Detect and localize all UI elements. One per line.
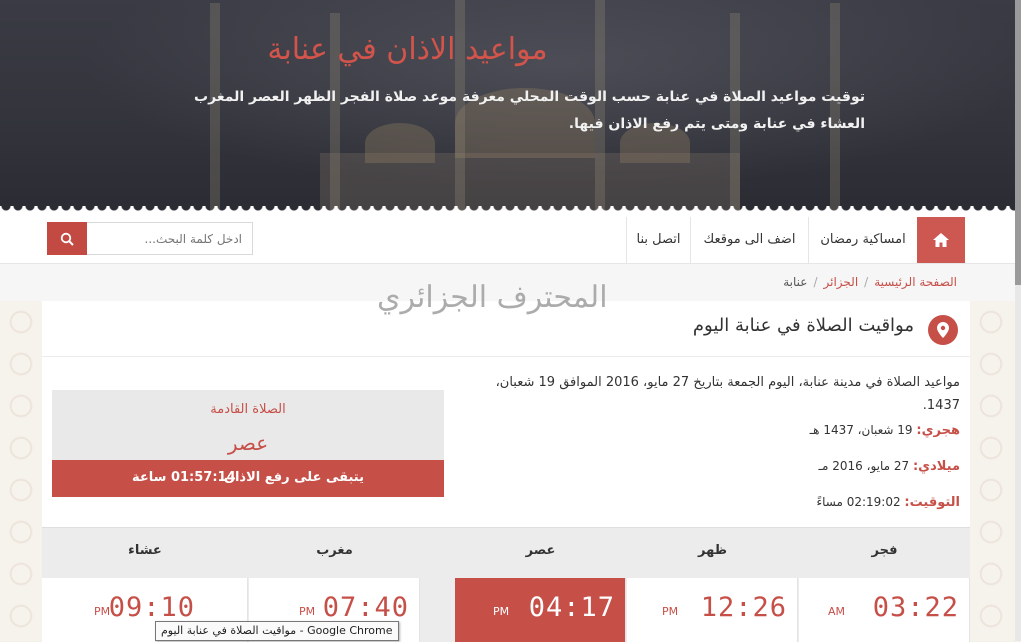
prayer-name: عشاء (128, 543, 162, 558)
prayer-asr: عصر 04:17 PM (455, 528, 626, 642)
page-title: مواعيد الاذان في عنابة (267, 32, 548, 67)
prayer-content: مواقيت الصلاة في عنابة اليوم المحترف الج… (42, 280, 970, 642)
time-label: التوقيت: (904, 495, 960, 510)
home-icon (933, 233, 949, 247)
browser-tooltip: مواقيت الصلاة في عنابة اليوم - Google Ch… (155, 621, 399, 641)
prayer-time: 09:10 (108, 592, 195, 623)
section-header: مواقيت الصلاة في عنابة اليوم المحترف الج… (42, 280, 970, 357)
watermark-text: المحترف الجزائري (377, 280, 608, 315)
next-prayer-name: عصر (227, 431, 269, 455)
current-time-row: التوقيت: 02:19:02 مساءً (816, 495, 960, 510)
search-icon (60, 232, 74, 246)
scrollbar[interactable] (1015, 0, 1021, 641)
hijri-label: هجري: (916, 423, 960, 438)
main-navbar: امساكية رمضان اضف الى موقعك اتصل بنا (0, 213, 1015, 264)
prayer-ampm: PM (493, 605, 510, 618)
prayer-ampm: PM (94, 605, 111, 618)
breadcrumb-separator: / (813, 275, 818, 289)
countdown-label: يتبقى على رفع الاذان (223, 470, 364, 485)
prayer-description: مواعيد الصلاة في مدينة عنابة، اليوم الجم… (495, 375, 960, 413)
prayer-time-cell: 12:26 PM (627, 578, 798, 642)
prayer-time-cell: 03:22 AM (799, 578, 970, 642)
nav-item-contact[interactable]: اتصل بنا (626, 217, 690, 263)
countdown-value: 01:57:14 ساعة (132, 470, 236, 485)
search-button[interactable] (47, 222, 87, 255)
time-value: 02:19:02 مساءً (816, 495, 901, 509)
side-pattern-left (0, 301, 42, 641)
prayer-fajr: فجر 03:22 AM (799, 528, 970, 642)
section-title: مواقيت الصلاة في عنابة اليوم (692, 315, 914, 336)
breadcrumb-country[interactable]: الجزائر (824, 275, 859, 289)
countdown-bar: يتبقى على رفع الاذان 01:57:14 ساعة (52, 460, 444, 497)
breadcrumb-separator: / (864, 275, 869, 289)
prayer-name: مغرب (316, 543, 353, 558)
nav-home-button[interactable] (917, 217, 965, 263)
breadcrumb-current: عنابة (783, 275, 808, 289)
prayer-name: فجر (871, 543, 898, 558)
breadcrumb-home[interactable]: الصفحة الرئيسية (874, 275, 957, 289)
next-prayer-label: الصلاة القادمة (210, 402, 286, 417)
hero-banner: مواعيد الاذان في عنابة توقيت مواعيد الصل… (0, 0, 1015, 213)
hijri-date-row: هجري: 19 شعبان، 1437 هـ (810, 423, 960, 438)
prayer-dhuhr: ظهر 12:26 PM (627, 528, 798, 642)
nav-item-ramadan[interactable]: امساكية رمضان (808, 217, 917, 263)
side-pattern-right (970, 301, 1015, 641)
prayer-ampm: PM (662, 605, 679, 618)
map-pin-icon (928, 315, 958, 345)
nav-item-add-to-site[interactable]: اضف الى موقعك (690, 217, 808, 263)
prayer-name: عصر (525, 543, 556, 558)
gregorian-date-row: ميلادي: 27 مايو، 2016 مـ (818, 459, 960, 474)
search-input[interactable] (87, 222, 253, 255)
scrollbar-thumb[interactable] (1015, 0, 1021, 285)
hijri-value: 19 شعبان، 1437 هـ (809, 423, 913, 437)
prayer-time: 03:22 (872, 592, 959, 623)
prayer-time: 12:26 (700, 592, 787, 623)
next-prayer-box: الصلاة القادمة عصر يتبقى على رفع الاذان … (52, 390, 444, 497)
prayer-ampm: AM (828, 605, 846, 618)
prayer-time-cell: 04:17 PM (455, 578, 626, 642)
prayer-name: ظهر (698, 543, 727, 558)
gregorian-value: 27 مايو، 2016 مـ (818, 459, 910, 473)
prayer-ampm: PM (299, 605, 316, 618)
page-subtitle: توقيت مواعيد الصلاة في عنابة حسب الوقت ا… (194, 89, 865, 132)
prayer-time: 07:40 (322, 592, 409, 623)
prayer-time: 04:17 (528, 592, 615, 623)
gregorian-label: ميلادي: (912, 459, 960, 474)
